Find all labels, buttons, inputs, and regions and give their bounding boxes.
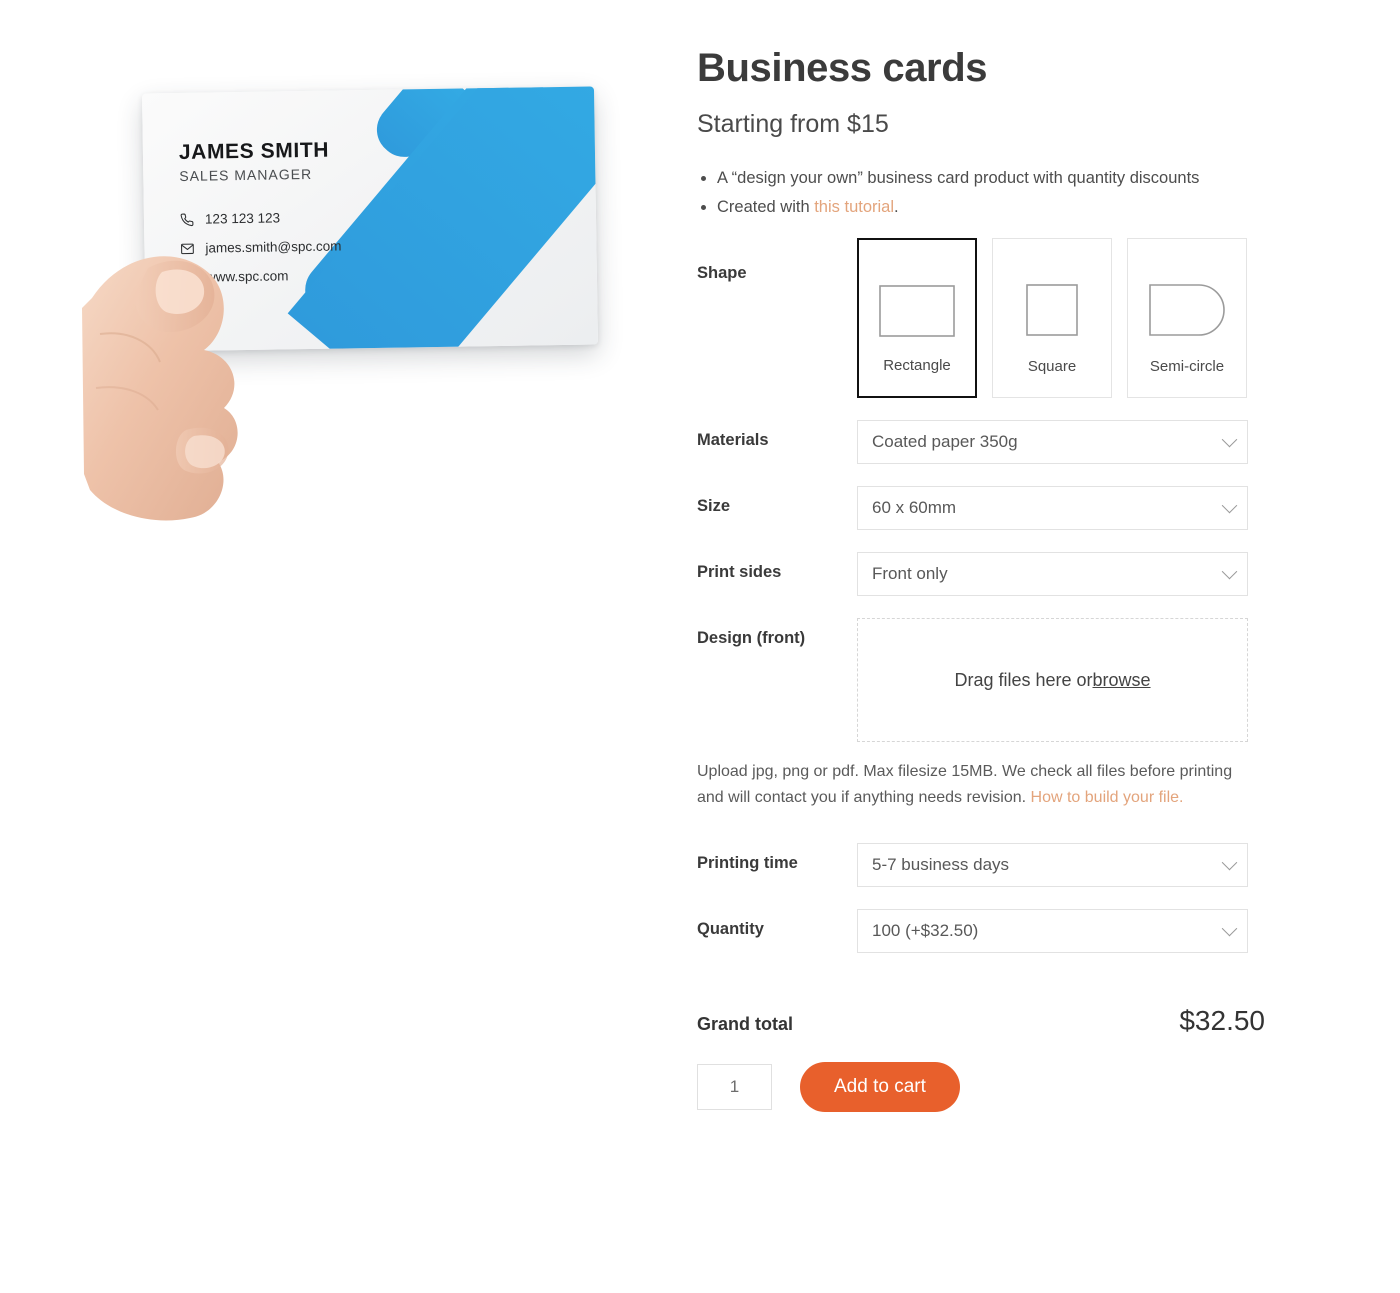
product-feature-list: A “design your own” business card produc… <box>697 166 1297 220</box>
printing-time-row: Printing time 5-7 business days <box>697 842 1297 887</box>
add-to-cart-row: Add to cart <box>697 1061 1297 1112</box>
card-phone-value: 123 123 123 <box>204 210 281 227</box>
upload-helper-text: Upload jpg, png or pdf. Max filesize 15M… <box>697 759 1257 811</box>
chevron-down-icon <box>1221 563 1238 580</box>
card-role: SALES MANAGER <box>179 165 313 184</box>
dropzone-text: Drag files here or <box>954 669 1093 690</box>
bullet-text-1-after: . <box>894 197 899 216</box>
grand-total-row: Grand total $32.50 <box>697 1005 1265 1037</box>
cart-quantity-input[interactable] <box>697 1063 772 1110</box>
shape-option-label: Rectangle <box>883 357 951 375</box>
grand-total-label: Grand total <box>697 1013 794 1034</box>
card-phone-row: 123 123 123 <box>180 209 341 227</box>
chevron-down-icon <box>1221 920 1238 937</box>
configurator-pane: Business cards Starting from $15 A “desi… <box>697 0 1297 1112</box>
semi-circle-icon <box>1149 279 1225 341</box>
print-sides-label: Print sides <box>697 563 782 582</box>
chevron-down-icon <box>1221 854 1238 871</box>
design-front-row: Design (front) Drag files here or browse <box>697 618 1297 743</box>
printing-time-label: Printing time <box>697 853 798 872</box>
shape-option-semi-circle[interactable]: Semi-circle <box>1127 238 1247 399</box>
product-photo: JAMES SMITH SALES MANAGER 123 123 123 ja… <box>82 60 612 600</box>
chevron-down-icon <box>1221 497 1238 514</box>
shape-option-label: Square <box>1027 358 1077 376</box>
materials-select[interactable]: Coated paper 350g <box>857 420 1248 465</box>
grand-total-value: $32.50 <box>1179 1004 1265 1036</box>
file-dropzone[interactable]: Drag files here or browse <box>857 618 1248 743</box>
materials-value: Coated paper 350g <box>872 432 1018 452</box>
print-sides-value: Front only <box>872 564 948 584</box>
starting-price: Starting from $15 <box>697 110 889 138</box>
browse-link[interactable]: browse <box>1093 670 1151 691</box>
hand-holding-card <box>82 256 238 521</box>
square-icon <box>1026 279 1078 341</box>
printing-time-select[interactable]: 5-7 business days <box>857 842 1248 887</box>
shape-option-square[interactable]: Square <box>992 238 1112 399</box>
page-title: Business cards <box>697 46 988 90</box>
bullet-text-0: A “design your own” business card produc… <box>717 169 1200 187</box>
materials-row: Materials Coated paper 350g <box>697 420 1297 465</box>
product-image-pane: JAMES SMITH SALES MANAGER 123 123 123 ja… <box>0 0 690 1293</box>
size-select[interactable]: 60 x 60mm <box>857 486 1248 531</box>
product-configurator-page: JAMES SMITH SALES MANAGER 123 123 123 ja… <box>0 0 1400 1293</box>
shape-row: Shape Rectangle Square Semi-circle <box>697 238 1297 399</box>
shape-options: Rectangle Square Semi-circle <box>857 238 1297 399</box>
quantity-row: Quantity 100 (+$32.50) <box>697 908 1297 953</box>
chevron-down-icon <box>1221 431 1238 448</box>
quantity-label: Quantity <box>697 919 764 938</box>
list-item: Created with this tutorial. <box>717 195 1297 221</box>
size-value: 60 x 60mm <box>872 498 957 518</box>
card-name: JAMES SMITH <box>178 138 330 164</box>
shape-option-rectangle[interactable]: Rectangle <box>857 238 977 399</box>
materials-label: Materials <box>697 431 769 450</box>
list-item: A “design your own” business card produc… <box>717 166 1297 192</box>
size-label: Size <box>697 497 731 516</box>
bullet-text-1: Created with <box>717 197 815 216</box>
print-sides-select[interactable]: Front only <box>857 552 1248 597</box>
shape-option-label: Semi-circle <box>1149 358 1225 376</box>
shape-label: Shape <box>697 264 747 283</box>
quantity-select[interactable]: 100 (+$32.50) <box>857 908 1248 953</box>
add-to-cart-button[interactable]: Add to cart <box>800 1061 960 1112</box>
rectangle-icon <box>879 280 955 342</box>
phone-icon <box>180 213 194 226</box>
quantity-value: 100 (+$32.50) <box>872 920 979 940</box>
print-sides-row: Print sides Front only <box>697 552 1297 597</box>
tutorial-link[interactable]: this tutorial <box>814 198 894 216</box>
how-to-build-file-link[interactable]: How to build your file. <box>1031 789 1184 806</box>
design-front-label: Design (front) <box>697 629 806 648</box>
printing-time-value: 5-7 business days <box>872 854 1010 874</box>
size-row: Size 60 x 60mm <box>697 486 1297 531</box>
